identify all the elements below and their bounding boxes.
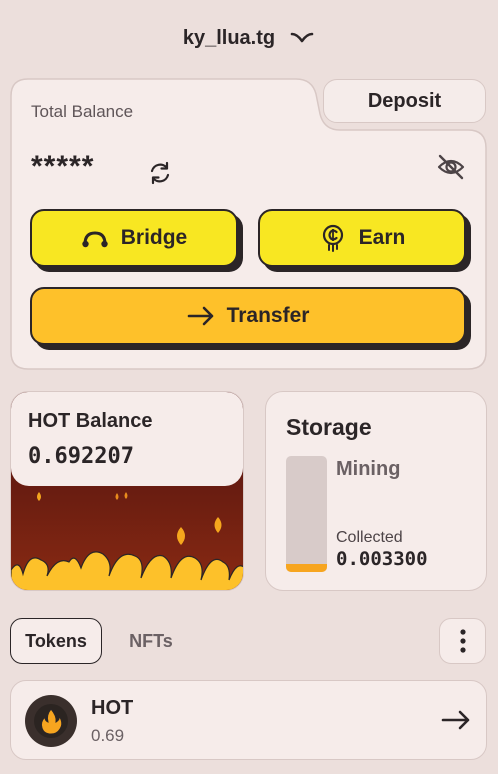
more-vertical-icon (459, 629, 466, 653)
hot-balance-header: HOT Balance 0.692207 (11, 392, 243, 486)
token-avatar (25, 695, 77, 747)
account-header[interactable]: ky_llua.tg (0, 22, 498, 54)
masked-balance: ***** (31, 150, 95, 183)
collected-value: 0.003300 (336, 548, 428, 570)
storage-progress-fill (286, 563, 327, 572)
transfer-label: Transfer (226, 304, 310, 327)
more-options-button[interactable] (439, 618, 486, 664)
tab-nfts[interactable]: NFTs (112, 618, 190, 664)
coin-icon (322, 224, 343, 252)
hot-balance-card[interactable]: HOT Balance 0.692207 (10, 391, 244, 591)
arrow-right-icon[interactable] (441, 708, 471, 732)
tab-tokens[interactable]: Tokens (10, 618, 102, 664)
token-amount: 0.69 (91, 726, 125, 745)
arrow-right-icon (187, 306, 213, 326)
bridge-button[interactable]: Bridge (30, 209, 238, 267)
bridge-label: Bridge (120, 226, 188, 249)
bridge-icon (82, 231, 108, 248)
earn-button[interactable]: Earn (258, 209, 466, 267)
hot-balance-title: HOT Balance (28, 410, 153, 432)
deposit-button[interactable]: Deposit (323, 79, 486, 123)
transfer-button[interactable]: Transfer (30, 287, 466, 345)
storage-progress-bar (286, 456, 327, 572)
total-balance-label: Total Balance (31, 102, 134, 121)
chevron-down-icon[interactable] (289, 28, 315, 48)
refresh-icon[interactable] (147, 160, 173, 186)
eye-off-icon[interactable] (436, 152, 466, 182)
earn-label: Earn (358, 226, 406, 249)
collected-label: Collected (336, 529, 403, 546)
hot-balance-value: 0.692207 (28, 444, 134, 469)
token-name: HOT (91, 697, 134, 719)
storage-card[interactable]: Storage Mining Collected 0.003300 (265, 391, 487, 591)
token-row-hot[interactable]: HOT 0.69 (10, 680, 487, 760)
storage-title: Storage (286, 414, 372, 440)
mining-status: Mining (336, 458, 401, 480)
flame-icon (34, 704, 68, 738)
account-name[interactable]: ky_llua.tg (183, 27, 275, 50)
